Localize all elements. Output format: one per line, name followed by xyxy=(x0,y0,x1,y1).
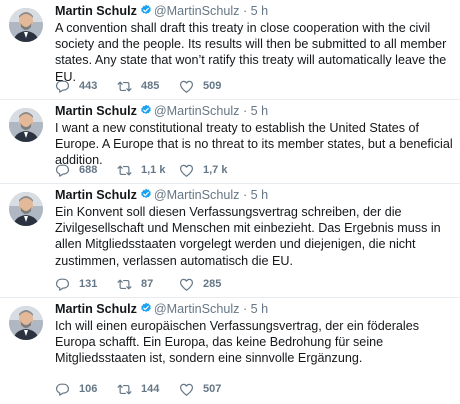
reply-icon xyxy=(55,278,70,291)
reply-count: 443 xyxy=(79,80,98,92)
tweet-body: Martin Schulz @MartinSchulz · 5 h Ein Kon… xyxy=(55,188,456,269)
like-button[interactable]: 285 xyxy=(179,277,249,292)
tweet-actions: 131 87 285 xyxy=(55,276,249,292)
timestamp-link[interactable]: 5 h xyxy=(251,188,269,202)
reply-icon xyxy=(55,80,70,93)
reply-button[interactable]: 106 xyxy=(55,382,117,397)
avatar[interactable] xyxy=(9,108,43,142)
tweet-header: Martin Schulz @MartinSchulz · 5 h xyxy=(55,4,456,19)
retweet-icon xyxy=(117,384,132,394)
like-count: 509 xyxy=(203,80,222,92)
reply-button[interactable]: 443 xyxy=(55,79,117,94)
tweet-header: Martin Schulz @MartinSchulz · 5 h xyxy=(55,104,456,119)
tweet-body: Martin Schulz @MartinSchulz · 5 h I want … xyxy=(55,104,456,169)
heart-icon xyxy=(179,164,194,177)
reply-button[interactable]: 688 xyxy=(55,163,117,178)
separator-dot: · xyxy=(242,188,248,202)
like-button[interactable]: 507 xyxy=(179,382,249,397)
tweet-text: Ein Konvent soll diesen Verfassungsvertr… xyxy=(55,205,441,268)
avatar-photo-icon xyxy=(9,306,43,340)
tweet-actions: 106 144 507 xyxy=(55,381,249,397)
author-handle[interactable]: @MartinSchulz xyxy=(154,188,240,202)
heart-icon xyxy=(179,278,194,291)
tweet-header: Martin Schulz @MartinSchulz · 5 h xyxy=(55,188,456,203)
tweet-header: Martin Schulz @MartinSchulz · 5 h xyxy=(55,302,456,317)
author-handle[interactable]: @MartinSchulz xyxy=(154,104,240,118)
retweet-icon xyxy=(117,165,132,175)
tweet[interactable]: Martin Schulz @MartinSchulz · 5 h A conve… xyxy=(0,0,460,100)
like-count: 1,7 k xyxy=(203,164,228,176)
separator-dot: · xyxy=(242,302,248,316)
retweet-count: 87 xyxy=(141,278,154,290)
avatar[interactable] xyxy=(9,8,43,42)
tweet-actions: 443 485 509 xyxy=(55,78,249,94)
reply-count: 688 xyxy=(79,164,98,176)
separator-dot: · xyxy=(242,4,248,18)
like-button[interactable]: 1,7 k xyxy=(179,163,249,178)
like-count: 285 xyxy=(203,278,222,290)
author-name[interactable]: Martin Schulz xyxy=(55,104,137,118)
timestamp-link[interactable]: 5 h xyxy=(251,104,269,118)
retweet-icon xyxy=(117,279,132,289)
author-name[interactable]: Martin Schulz xyxy=(55,4,137,18)
separator-dot: · xyxy=(242,104,248,118)
avatar-photo-icon xyxy=(9,108,43,142)
tweet-actions: 688 1,1 k 1,7 k xyxy=(55,162,249,178)
retweet-button[interactable]: 87 xyxy=(117,277,179,292)
verified-badge-icon xyxy=(141,4,151,15)
verified-badge-icon xyxy=(141,302,151,313)
avatar[interactable] xyxy=(9,192,43,226)
heart-icon xyxy=(179,80,194,93)
avatar-photo-icon xyxy=(9,8,43,42)
retweet-count: 144 xyxy=(141,383,160,395)
retweet-button[interactable]: 1,1 k xyxy=(117,163,179,178)
verified-badge-icon xyxy=(141,188,151,199)
verified-badge-icon xyxy=(141,104,151,115)
tweet-text: A convention shall draft this treaty in … xyxy=(55,21,447,84)
tweet-timeline: Martin Schulz @MartinSchulz · 5 h A conve… xyxy=(0,0,460,404)
author-handle[interactable]: @MartinSchulz xyxy=(154,302,240,316)
tweet-text: Ich will einen europäischen Verfassungsv… xyxy=(55,319,420,366)
timestamp-link[interactable]: 5 h xyxy=(251,302,269,316)
avatar-photo-icon xyxy=(9,192,43,226)
tweet[interactable]: Martin Schulz @MartinSchulz · 5 h Ein Kon… xyxy=(0,184,460,298)
reply-button[interactable]: 131 xyxy=(55,277,117,292)
retweet-button[interactable]: 144 xyxy=(117,382,179,397)
timestamp-link[interactable]: 5 h xyxy=(251,4,269,18)
reply-count: 106 xyxy=(79,383,98,395)
like-count: 507 xyxy=(203,383,222,395)
author-handle[interactable]: @MartinSchulz xyxy=(154,4,240,18)
author-name[interactable]: Martin Schulz xyxy=(55,302,137,316)
reply-count: 131 xyxy=(79,278,98,290)
tweet[interactable]: Martin Schulz @MartinSchulz · 5 h Ich wil… xyxy=(0,298,460,404)
retweet-button[interactable]: 485 xyxy=(117,79,179,94)
tweet[interactable]: Martin Schulz @MartinSchulz · 5 h I want … xyxy=(0,100,460,184)
retweet-icon xyxy=(117,81,132,91)
author-name[interactable]: Martin Schulz xyxy=(55,188,137,202)
heart-icon xyxy=(179,383,194,396)
tweet-body: Martin Schulz @MartinSchulz · 5 h A conve… xyxy=(55,4,456,85)
like-button[interactable]: 509 xyxy=(179,79,249,94)
reply-icon xyxy=(55,164,70,177)
tweet-body: Martin Schulz @MartinSchulz · 5 h Ich wil… xyxy=(55,302,456,367)
retweet-count: 485 xyxy=(141,80,160,92)
avatar[interactable] xyxy=(9,306,43,340)
retweet-count: 1,1 k xyxy=(141,164,166,176)
reply-icon xyxy=(55,383,70,396)
